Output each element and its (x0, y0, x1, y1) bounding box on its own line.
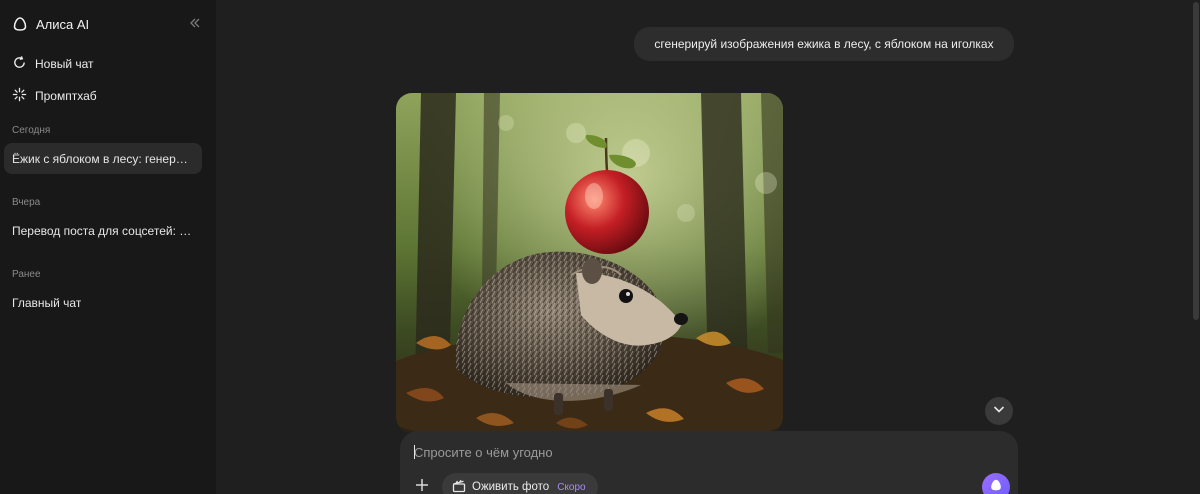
user-message-bubble: сгенерируй изображения ежика в лесу, с я… (634, 27, 1014, 61)
collapse-sidebar-button[interactable] (186, 16, 204, 34)
message-input[interactable] (414, 441, 974, 463)
prompt-hub-label: Промптхаб (35, 89, 97, 103)
text-caret (414, 445, 415, 459)
chat-title: Ёжик с яблоком в лесу: генерация изображ… (12, 151, 194, 166)
app-window: Алиса AI Новый чат Промптхаб Сегодня Ёжи… (0, 0, 1200, 494)
sparkle-icon (12, 87, 27, 105)
coming-soon-badge: Скоро (557, 481, 586, 493)
chat-history-item[interactable]: Ёжик с яблоком в лесу: генерация изображ… (4, 143, 202, 174)
prompt-hub-button[interactable]: Промптхаб (12, 85, 97, 107)
new-chat-label: Новый чат (35, 57, 94, 71)
brand-name: Алиса AI (36, 16, 90, 32)
new-chat-button[interactable]: Новый чат (12, 53, 94, 75)
scroll-down-button[interactable] (985, 397, 1013, 425)
section-earlier-label: Ранее (12, 269, 41, 280)
alice-logo-icon (12, 16, 28, 32)
generated-image[interactable] (396, 93, 783, 433)
refresh-chat-icon (12, 55, 27, 73)
chat-history-item[interactable]: Перевод поста для соцсетей: оптимизация (4, 215, 202, 246)
animate-photo-button[interactable]: Оживить фото Скоро (442, 473, 598, 494)
sidebar: Алиса AI Новый чат Промптхаб Сегодня Ёжи… (0, 0, 216, 494)
chevrons-left-icon (189, 16, 201, 34)
plus-icon (415, 478, 429, 494)
message-composer: Оживить фото Скоро (400, 431, 1018, 494)
clapperboard-icon (452, 479, 466, 494)
chat-history-item[interactable]: Главный чат (4, 287, 202, 318)
chat-area: сгенерируй изображения ежика в лесу, с я… (216, 0, 1200, 494)
attach-button[interactable] (412, 477, 432, 494)
alice-send-icon (989, 478, 1003, 494)
section-today-label: Сегодня (12, 125, 51, 136)
animate-photo-label: Оживить фото (472, 481, 550, 493)
user-message-text: сгенерируй изображения ежика в лесу, с я… (654, 37, 994, 51)
send-button[interactable] (982, 473, 1010, 494)
chat-title: Главный чат (12, 295, 82, 310)
hedgehog-with-apple-image (396, 93, 783, 433)
chat-title: Перевод поста для соцсетей: оптимизация (12, 223, 194, 238)
scrollbar-thumb[interactable] (1193, 2, 1199, 320)
chevron-down-icon (992, 402, 1006, 421)
section-yesterday-label: Вчера (12, 197, 41, 208)
brand[interactable]: Алиса AI (12, 14, 89, 34)
